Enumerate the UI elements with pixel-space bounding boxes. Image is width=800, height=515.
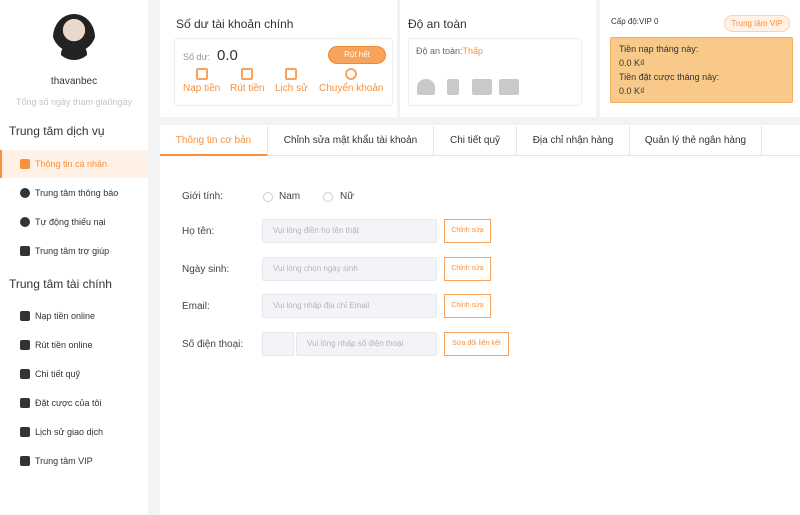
phone-icon[interactable] xyxy=(447,79,459,95)
book-icon xyxy=(20,246,30,256)
main-content xyxy=(160,125,800,515)
sidebar-item-deposit[interactable]: Nạp tiền online xyxy=(0,302,148,330)
dob-field[interactable]: Vui lòng chọn ngày sinh xyxy=(262,257,437,281)
wallet-icon xyxy=(20,369,30,379)
balance-value: 0.0 xyxy=(217,47,238,64)
user-icon[interactable] xyxy=(417,79,435,95)
tab-bank-cards[interactable]: Quản lý thẻ ngân hàng xyxy=(630,126,762,156)
mail-icon[interactable] xyxy=(472,79,492,95)
crown-icon xyxy=(20,456,30,466)
dob-label: Ngày sinh: xyxy=(182,264,230,275)
withdraw-action-label: Rút tiền xyxy=(230,83,265,94)
deposit-icon xyxy=(20,311,30,321)
gender-male-label: Nam xyxy=(279,191,301,202)
sidebar-item-label: Chi tiết quỹ xyxy=(35,369,81,379)
finance-center-title: Trung tâm tài chính xyxy=(9,277,112,291)
withdraw-icon xyxy=(20,340,30,350)
deposit-action-label: Nạp tiền xyxy=(183,83,221,94)
balance-label: Số dư: xyxy=(183,52,211,62)
name-label: Họ tên: xyxy=(182,226,215,237)
sidebar-item-notifications[interactable]: Trung tâm thông báo xyxy=(0,179,148,207)
withdraw-icon xyxy=(241,68,254,80)
clock-icon xyxy=(20,217,30,227)
bet-slip-icon xyxy=(20,398,30,408)
vip-level: Cấp độ:VIP 0 xyxy=(611,17,659,26)
monthly-deposit-value: 0.0 K₫ xyxy=(619,58,645,68)
id-card-icon xyxy=(20,159,30,169)
tab-shipping-address[interactable]: Địa chỉ nhận hàng xyxy=(517,126,630,156)
sidebar-item-label: Trung tâm thông báo xyxy=(35,188,119,198)
sidebar: thavanbec Tổng số ngày tham gia0ngày Tru… xyxy=(0,0,148,515)
balance-title: Số dư tài khoản chính xyxy=(176,17,294,31)
sidebar-item-label: Lịch sử giao dịch xyxy=(35,427,104,437)
withdraw-action[interactable]: Rút tiền xyxy=(230,68,264,94)
sidebar-item-label: Nạp tiền online xyxy=(35,311,96,321)
email-label: Email: xyxy=(182,301,210,312)
transfer-action[interactable]: Chuyển khoản xyxy=(319,68,384,94)
sidebar-item-label: Rút tiền online xyxy=(35,340,93,350)
security-title: Độ an toàn xyxy=(408,17,467,31)
sidebar-item-vip-center[interactable]: Trung tâm VIP xyxy=(0,447,148,475)
gender-male-radio[interactable] xyxy=(263,192,273,202)
name-edit-button[interactable]: Chỉnh sửa xyxy=(444,219,491,243)
monthly-deposit-label: Tiền nạp tháng này: xyxy=(619,44,699,54)
monthly-bet-value: 0.0 K₫ xyxy=(619,86,645,96)
sidebar-item-label: Trung tâm trợ giúp xyxy=(35,246,110,256)
username: thavanbec xyxy=(50,76,98,87)
vip-center-button[interactable]: Trung tâm VIP xyxy=(724,15,790,32)
sidebar-item-label: Tự động thiếu nại xyxy=(35,217,106,227)
monthly-bet-label: Tiền đặt cược tháng này: xyxy=(619,72,720,82)
gender-label: Giới tính: xyxy=(182,191,224,202)
tab-change-password[interactable]: Chỉnh sửa mật khẩu tài khoản xyxy=(268,126,434,156)
phone-field[interactable]: Vui lòng nhập số điện thoại xyxy=(296,332,437,356)
sidebar-item-personal-info[interactable]: Thông tin cá nhân xyxy=(0,150,148,178)
bank-card-icon[interactable] xyxy=(499,79,519,95)
gender-female-radio[interactable] xyxy=(323,192,333,202)
tab-bar: Thông tin cơ bản Chỉnh sửa mật khẩu tài … xyxy=(160,126,800,156)
sidebar-item-label: Trung tâm VIP xyxy=(35,456,93,466)
sidebar-item-my-bets[interactable]: Đặt cược của tôi xyxy=(0,389,148,417)
security-level-row: Độ an toàn:Thấp xyxy=(416,46,483,56)
deposit-icon xyxy=(195,68,208,80)
phone-edit-button[interactable]: Sửa đổi liên kết xyxy=(444,332,509,356)
vip-stats-box: Tiền nạp tháng này: 0.0 K₫ Tiền đặt cược… xyxy=(610,37,793,103)
chat-icon xyxy=(20,188,30,198)
email-edit-button[interactable]: Chỉnh sửa xyxy=(444,294,491,318)
member-days-text: Tổng số ngày tham gia0ngày xyxy=(15,97,133,107)
sidebar-item-label: Đặt cược của tôi xyxy=(35,398,102,408)
history-icon xyxy=(20,427,30,437)
sidebar-item-fund-details[interactable]: Chi tiết quỹ xyxy=(0,360,148,388)
deposit-action[interactable]: Nạp tiền xyxy=(183,68,220,94)
email-field[interactable]: Vui lòng nhập địa chỉ Email xyxy=(262,294,437,318)
phone-prefix-field[interactable] xyxy=(262,332,294,356)
security-level-label: Độ an toàn: xyxy=(416,46,463,56)
withdraw-all-button[interactable]: Rút hết xyxy=(328,46,386,64)
name-field[interactable]: Vui lòng điền họ tên thật xyxy=(262,219,437,243)
gender-female-label: Nữ xyxy=(340,191,354,202)
service-center-title: Trung tâm dịch vụ xyxy=(9,124,105,138)
transfer-action-label: Chuyển khoản xyxy=(319,83,384,94)
phone-label: Số điện thoại: xyxy=(182,339,244,350)
sidebar-item-help[interactable]: Trung tâm trợ giúp xyxy=(0,237,148,265)
transfer-icon xyxy=(345,68,358,80)
tab-fund-details[interactable]: Chi tiết quỹ xyxy=(434,126,517,156)
sidebar-item-withdraw[interactable]: Rút tiền online xyxy=(0,331,148,359)
sidebar-item-label: Thông tin cá nhân xyxy=(35,159,108,169)
avatar[interactable] xyxy=(53,14,95,60)
tab-basic-info[interactable]: Thông tin cơ bản xyxy=(160,126,268,156)
dob-edit-button[interactable]: Chỉnh sửa xyxy=(444,257,491,281)
history-icon xyxy=(285,68,298,80)
history-action[interactable]: Lịch sử xyxy=(275,68,308,94)
history-action-label: Lịch sử xyxy=(275,83,308,94)
sidebar-item-transaction-history[interactable]: Lịch sử giao dịch xyxy=(0,418,148,446)
security-level-value: Thấp xyxy=(462,46,484,56)
sidebar-item-complaints[interactable]: Tự động thiếu nại xyxy=(0,208,148,236)
